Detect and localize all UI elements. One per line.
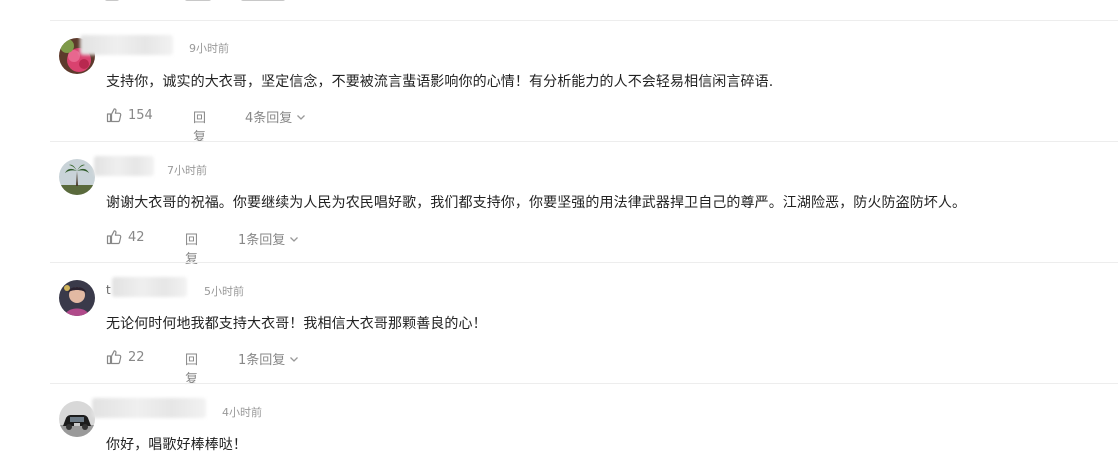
username-redacted[interactable] bbox=[80, 35, 173, 55]
thumbs-up-icon bbox=[106, 230, 122, 245]
thumbs-up-icon bbox=[106, 350, 122, 365]
comment-item: t 5小时前 无论何时何地我都支持大衣哥！我相信大衣哥那颗善良的心！ 22 回复… bbox=[0, 263, 1118, 387]
replies-count-label: 4条回复 bbox=[245, 111, 293, 126]
avatar[interactable] bbox=[59, 401, 95, 437]
reply-button[interactable]: 回复 bbox=[193, 107, 206, 145]
like-button[interactable]: 42 bbox=[106, 229, 145, 245]
like-count: 22 bbox=[128, 349, 145, 365]
like-count: 42 bbox=[128, 229, 145, 245]
username-redacted[interactable] bbox=[92, 398, 206, 418]
comment-time: 7小时前 bbox=[167, 164, 207, 177]
avatar-palm-tree-icon bbox=[59, 159, 95, 195]
comment-time: 9小时前 bbox=[189, 42, 229, 55]
like-button[interactable]: 154 bbox=[106, 107, 153, 123]
comment-time: 5小时前 bbox=[204, 285, 244, 298]
thumbs-up-icon bbox=[106, 108, 122, 123]
replies-count-label: 1条回复 bbox=[238, 353, 286, 368]
view-replies-button[interactable]: 1条回复 bbox=[238, 229, 300, 248]
reply-button[interactable]: 回复 bbox=[185, 349, 198, 387]
chevron-down-icon bbox=[290, 236, 299, 242]
view-replies-button[interactable]: 4条回复 bbox=[245, 107, 307, 126]
username-redacted[interactable] bbox=[112, 277, 187, 297]
comment-feed: 9小时前 支持你，诚实的大衣哥，坚定信念，不要被流言蜚语影响你的心情！有分析能力… bbox=[0, 0, 1118, 470]
chevron-down-icon bbox=[290, 356, 299, 362]
comment-item: 7小时前 谢谢大衣哥的祝福。你要继续为人民为农民唱好歌，我们都支持你，你要坚强的… bbox=[0, 142, 1118, 267]
comment-item: 9小时前 支持你，诚实的大衣哥，坚定信念，不要被流言蜚语影响你的心情！有分析能力… bbox=[0, 21, 1118, 145]
replies-count-label: 1条回复 bbox=[238, 233, 286, 248]
avatar-child-photo-icon bbox=[59, 280, 95, 316]
chevron-down-icon bbox=[297, 114, 306, 120]
username-initial[interactable]: t bbox=[106, 283, 111, 297]
avatar[interactable] bbox=[59, 159, 95, 195]
comment-text: 你好，唱歌好棒棒哒！ bbox=[106, 437, 247, 453]
like-button[interactable]: 22 bbox=[106, 349, 145, 365]
comment-time: 4小时前 bbox=[222, 406, 262, 419]
comment-text: 谢谢大衣哥的祝福。你要继续为人民为农民唱好歌，我们都支持你，你要坚强的用法律武器… bbox=[106, 195, 967, 211]
like-count: 154 bbox=[128, 107, 153, 123]
avatar[interactable] bbox=[59, 280, 95, 316]
comment-text: 无论何时何地我都支持大衣哥！我相信大衣哥那颗善良的心！ bbox=[106, 316, 487, 332]
comment-text: 支持你，诚实的大衣哥，坚定信念，不要被流言蜚语影响你的心情！有分析能力的人不会轻… bbox=[106, 74, 774, 90]
username-redacted[interactable] bbox=[94, 156, 154, 176]
view-replies-button[interactable]: 1条回复 bbox=[238, 349, 300, 368]
comment-item: 4小时前 你好，唱歌好棒棒哒！ bbox=[0, 384, 1118, 470]
avatar-car-icon bbox=[59, 401, 95, 437]
